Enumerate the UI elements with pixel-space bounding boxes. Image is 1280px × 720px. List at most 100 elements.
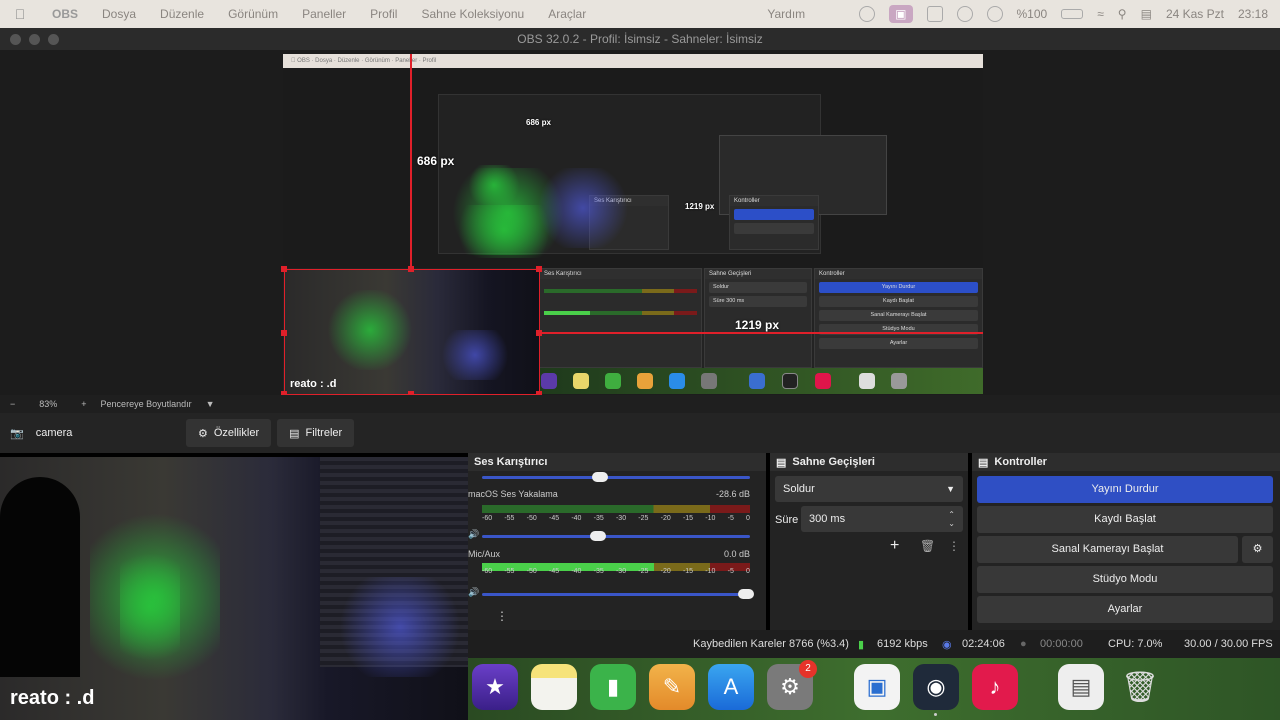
menu-araclar[interactable]: Araçlar bbox=[536, 7, 598, 21]
duration-label: Süre bbox=[775, 514, 799, 526]
dropped-frames: Kaybedilen Kareler 8766 (%3.4) bbox=[693, 638, 849, 650]
source-toolbar: 📷 camera ⚙ Özellikler ▤ Filtreler bbox=[0, 413, 1280, 453]
mixer-top-slider-knob[interactable] bbox=[592, 472, 608, 482]
nested-obs-window: Ses Karıştırıcı Kontroller bbox=[283, 68, 983, 268]
nested-686-label: 686 px bbox=[526, 118, 551, 127]
menu-app-obs[interactable]: OBS bbox=[40, 7, 90, 21]
signal-icon: ▮ bbox=[858, 639, 865, 651]
channel-1-volume-icon[interactable]: 🔊 bbox=[468, 529, 479, 540]
mixer-title: Ses Karıştırıcı bbox=[474, 456, 548, 468]
properties-button[interactable]: ⚙ Özellikler bbox=[186, 419, 272, 447]
menubar-time[interactable]: 23:18 bbox=[1238, 7, 1268, 21]
duration-input[interactable]: 300 ms ⌃ ⌄ bbox=[801, 506, 963, 532]
document-icon[interactable]: ▤ bbox=[1058, 664, 1104, 710]
creative-cloud-icon[interactable] bbox=[859, 6, 876, 22]
controls-dock: ▤ Kontroller Yayını Durdur Kaydı Başlat S… bbox=[972, 453, 1280, 630]
window-icon[interactable] bbox=[926, 6, 943, 22]
channel-1-slider-knob[interactable] bbox=[590, 531, 606, 541]
selection-box[interactable] bbox=[284, 269, 540, 395]
minimize-window-icon[interactable] bbox=[29, 34, 40, 45]
zoom-window-icon[interactable] bbox=[48, 34, 59, 45]
settings-badge: 2 bbox=[799, 660, 817, 678]
zoom-dropdown-icon[interactable]: ▼ bbox=[206, 399, 215, 409]
fit-to-window[interactable]: Pencereye Boyutlandır bbox=[101, 399, 192, 409]
duration-stepper[interactable]: ⌃ ⌄ bbox=[948, 510, 955, 528]
battery-percent: %100 bbox=[1016, 7, 1048, 21]
camera-overlay: reato : .d bbox=[0, 457, 468, 720]
duration-value: 300 ms bbox=[809, 513, 846, 525]
close-window-icon[interactable] bbox=[10, 34, 21, 45]
screen-sharing-icon[interactable]: ▣ bbox=[854, 664, 900, 710]
transitions-title: Sahne Geçişleri bbox=[792, 456, 875, 468]
transition-menu-icon[interactable]: ⋮ bbox=[948, 539, 960, 553]
nested-dock bbox=[539, 368, 983, 394]
status-bar: Kaybedilen Kareler 8766 (%3.4) ▮ 6192 kb… bbox=[468, 630, 1280, 658]
obs-icon[interactable]: ◉ bbox=[913, 664, 959, 710]
spotlight-icon[interactable]: ⚲ bbox=[1118, 7, 1127, 21]
chevron-down-icon: ▼ bbox=[946, 484, 955, 494]
imovie-icon[interactable]: ★ bbox=[472, 664, 518, 710]
bitrate: 6192 kbps bbox=[877, 638, 928, 650]
app-store-icon[interactable]: A bbox=[708, 664, 754, 710]
channel-2-slider-knob[interactable] bbox=[738, 589, 754, 599]
menu-gorunum[interactable]: Görünüm bbox=[216, 7, 290, 21]
channel-2-level: 0.0 dB bbox=[723, 549, 750, 559]
zoom-bar: − 83% + Pencereye Boyutlandır ▼ bbox=[0, 395, 1280, 413]
menu-profil[interactable]: Profil bbox=[358, 7, 409, 21]
filters-button[interactable]: ▤ Filtreler bbox=[277, 419, 355, 447]
macos-dock: ★ ▮ ✎ A ⚙ 2 ▣ ◉ ♪ ▤ 🗑 bbox=[468, 658, 1280, 720]
screen-share-icon[interactable]: ▣ bbox=[889, 5, 913, 23]
nested-1219-label: 1219 px bbox=[685, 202, 715, 211]
zoom-out-button[interactable]: − bbox=[10, 399, 15, 409]
zoom-in-button[interactable]: + bbox=[81, 399, 86, 409]
menu-paneller[interactable]: Paneller bbox=[290, 7, 358, 21]
filters-label: Filtreler bbox=[305, 427, 343, 439]
stream-icon: ◉ bbox=[942, 639, 952, 651]
notes-icon[interactable] bbox=[531, 664, 577, 710]
menu-yardim[interactable]: Yardım bbox=[767, 7, 805, 21]
transitions-icon: ▤ bbox=[776, 456, 787, 469]
stop-stream-button[interactable]: Yayını Durdur bbox=[977, 476, 1273, 503]
person-silhouette bbox=[0, 477, 80, 677]
obs-titlebar: OBS 32.0.2 - Profil: İsimsiz - Sahneler:… bbox=[0, 28, 1280, 50]
start-record-button[interactable]: Kaydı Başlat bbox=[977, 506, 1273, 533]
resize-handle-tl[interactable] bbox=[281, 266, 287, 272]
camera-icon: 📷 bbox=[10, 427, 24, 440]
play-icon[interactable] bbox=[986, 6, 1003, 22]
distance-686-label: 686 px bbox=[417, 154, 455, 168]
guide-line-vertical bbox=[410, 54, 412, 269]
control-center-icon[interactable]: ▤ bbox=[1141, 7, 1152, 21]
channel-2-volume-icon[interactable]: 🔊 bbox=[468, 587, 479, 598]
resize-handle-tr[interactable] bbox=[536, 266, 542, 272]
wifi-icon[interactable]: ≈ bbox=[1097, 7, 1104, 21]
info-icon[interactable] bbox=[956, 6, 973, 22]
menu-duzenle[interactable]: Düzenle bbox=[148, 7, 216, 21]
macos-menubar:  OBS Dosya Düzenle Görünüm Paneller Pro… bbox=[0, 0, 1280, 28]
system-settings-icon[interactable]: ⚙ 2 bbox=[767, 660, 817, 710]
controls-title: Kontroller bbox=[994, 456, 1047, 468]
menu-sahne-koleksiyonu[interactable]: Sahne Koleksiyonu bbox=[409, 7, 536, 21]
delete-transition-icon[interactable]: 🗑 bbox=[920, 539, 935, 553]
selected-source-name: camera bbox=[35, 427, 73, 439]
add-transition-icon[interactable]: + bbox=[890, 537, 899, 555]
tiktok-icon[interactable]: ♪ bbox=[972, 664, 1018, 710]
virtual-camera-settings-gear-icon[interactable]: ⚙ bbox=[1242, 536, 1273, 563]
settings-button[interactable]: Ayarlar bbox=[977, 596, 1273, 623]
resize-handle-l[interactable] bbox=[281, 330, 287, 336]
menubar-date[interactable]: 24 Kas Pzt bbox=[1166, 7, 1224, 21]
virtual-camera-button[interactable]: Sanal Kamerayı Başlat bbox=[977, 536, 1238, 563]
controls-icon: ▤ bbox=[978, 456, 989, 469]
battery-icon[interactable] bbox=[1061, 9, 1084, 19]
apple-icon[interactable]:  bbox=[0, 6, 40, 22]
channel-1-level: -28.6 dB bbox=[715, 489, 750, 499]
filters-icon: ▤ bbox=[289, 427, 300, 440]
numbers-icon[interactable]: ▮ bbox=[590, 664, 636, 710]
trash-icon[interactable]: 🗑 bbox=[1117, 664, 1163, 710]
menu-dosya[interactable]: Dosya bbox=[90, 7, 148, 21]
mixer-menu-icon[interactable]: ⋮ bbox=[496, 609, 508, 623]
transition-select[interactable]: Soldur ▼ bbox=[775, 476, 963, 502]
properties-label: Özellikler bbox=[213, 427, 260, 439]
cpu-usage: CPU: 7.0% bbox=[1108, 638, 1163, 650]
studio-mode-button[interactable]: Stüdyo Modu bbox=[977, 566, 1273, 593]
pages-icon[interactable]: ✎ bbox=[649, 664, 695, 710]
